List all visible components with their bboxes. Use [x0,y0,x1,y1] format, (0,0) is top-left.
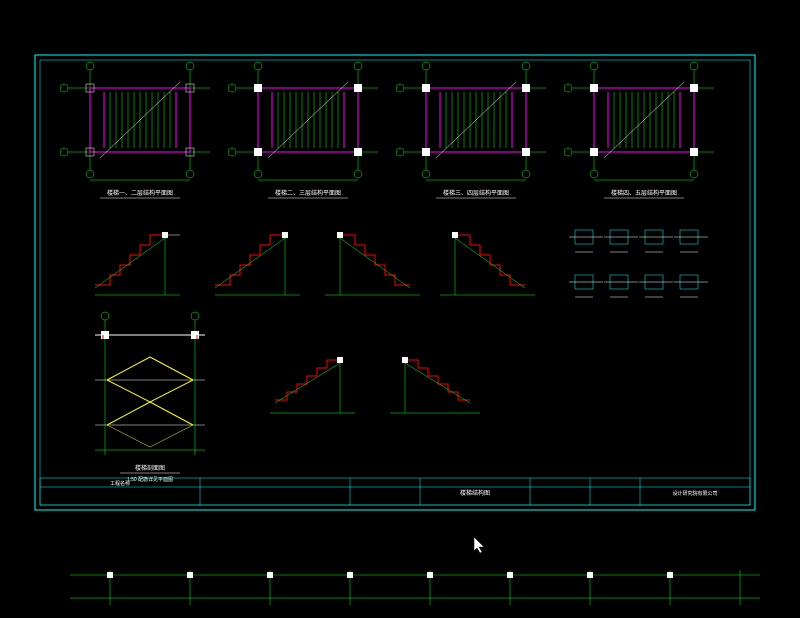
company-name: 设计研究院有限公司 [672,490,717,497]
svg-text:工程名称: 工程名称 [110,480,130,487]
section-note: 1:50 配筋详见平面图 [127,476,173,483]
plan-3-label: 楼梯三、四层结构平面图 [443,189,509,197]
drawing-title: 楼梯结构图 [460,489,490,497]
cad-viewport[interactable]: 楼梯一、二层结构平面图 楼梯二、三层结构平面图 [0,0,800,618]
plan-2-label: 楼梯二、三层结构平面图 [275,189,341,197]
plan-1-label: 楼梯一、二层结构平面图 [107,189,173,197]
section-label: 楼梯剖面图 [135,464,165,472]
plan-4-label: 楼梯四、五层结构平面图 [611,189,677,197]
